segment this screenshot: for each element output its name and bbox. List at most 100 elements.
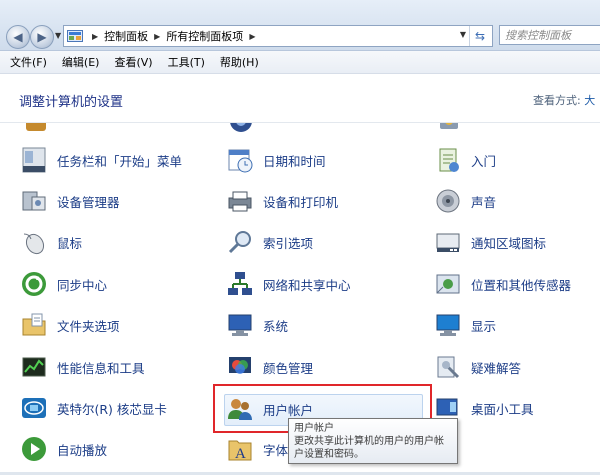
item-label: 桌面小工具 — [471, 401, 534, 417]
recent-pages-dropdown[interactable]: ▼ — [55, 31, 61, 40]
item-label: 疑难解答 — [471, 360, 522, 376]
item-label: 通知区域图标 — [471, 235, 547, 251]
menu-edit[interactable]: 编辑(E) — [57, 54, 105, 70]
item-datetime[interactable]: 日期和时间 — [226, 146, 326, 174]
item-devices-printers[interactable]: 设备和打印机 — [226, 187, 338, 215]
search-input[interactable]: 搜索控制面板 — [499, 25, 600, 45]
item-label: 颜色管理 — [263, 360, 314, 376]
mouse-icon — [20, 228, 48, 256]
view-by-control[interactable]: 查看方式: 大 — [533, 92, 595, 108]
getting-started-icon — [434, 146, 462, 174]
tooltip: 用户帐户 更改共享此计算机的用户的用户帐户设置和密码。 — [288, 418, 458, 464]
menu-tools[interactable]: 工具(T) — [163, 54, 210, 70]
back-arrow-icon: ◀ — [13, 30, 23, 44]
calendar-clock-icon — [226, 146, 254, 174]
cropped-item-icon — [227, 123, 255, 135]
troubleshooting-icon — [434, 353, 462, 381]
menu-view[interactable]: 查看(V) — [109, 54, 157, 70]
notification-area-icon — [434, 228, 462, 256]
item-label: 英特尔(R) 核芯显卡 — [57, 401, 167, 417]
breadcrumb-separator-icon[interactable]: ▶ — [92, 32, 98, 41]
tooltip-title: 用户帐户 — [294, 423, 334, 434]
device-manager-icon — [20, 187, 48, 215]
item-label: 声音 — [471, 194, 497, 210]
color-management-icon — [226, 353, 254, 381]
item-autoplay[interactable]: 自动播放 — [20, 435, 107, 463]
item-label: 位置和其他传感器 — [471, 277, 572, 293]
sync-icon — [20, 270, 48, 298]
item-label: 索引选项 — [263, 235, 314, 251]
item-sync-center[interactable]: 同步中心 — [20, 270, 107, 298]
back-button[interactable]: ◀ — [6, 25, 30, 49]
breadcrumb-separator-icon[interactable]: ▶ — [154, 32, 160, 41]
item-location-sensors[interactable]: 位置和其他传感器 — [434, 270, 571, 298]
menu-file[interactable]: 文件(F) — [5, 54, 52, 70]
system-icon — [226, 311, 254, 339]
item-display[interactable]: 显示 — [434, 311, 496, 339]
item-troubleshooting[interactable]: 疑难解答 — [434, 353, 521, 381]
address-dropdown-icon[interactable]: ▼ — [460, 30, 466, 39]
indexing-icon — [226, 228, 254, 256]
item-label: 文件夹选项 — [57, 318, 120, 334]
control-panel-icon — [67, 30, 83, 42]
display-icon — [434, 311, 462, 339]
breadcrumb-all-items[interactable]: 所有控制面板项 — [166, 28, 243, 44]
item-notification-icons[interactable]: 通知区域图标 — [434, 228, 546, 256]
breadcrumb-separator-icon[interactable]: ▶ — [249, 32, 255, 41]
item-getting-started[interactable]: 入门 — [434, 146, 496, 174]
item-label: 同步中心 — [57, 277, 108, 293]
item-device-manager[interactable]: 设备管理器 — [20, 187, 120, 215]
item-label: 性能信息和工具 — [57, 360, 145, 376]
folder-icon — [20, 311, 48, 339]
view-by-label: 查看方式: — [533, 94, 581, 107]
search-placeholder: 搜索控制面板 — [505, 29, 571, 42]
tooltip-text: 更改共享此计算机的用户的用户帐户设置和密码。 — [294, 436, 444, 460]
address-box[interactable]: ▶ 控制面板 ▶ 所有控制面板项 ▶ ▼ ⇆ — [63, 25, 493, 47]
forward-arrow-icon: ▶ — [37, 30, 47, 44]
item-label: 鼠标 — [57, 235, 83, 251]
fonts-icon: A — [226, 435, 254, 463]
item-label: 入门 — [471, 153, 497, 169]
svg-text:A: A — [235, 446, 246, 462]
menu-bar: 文件(F) 编辑(E) 查看(V) 工具(T) 帮助(H) — [0, 51, 600, 74]
cropped-item[interactable] — [227, 123, 264, 135]
item-network-center[interactable]: 网络和共享中心 — [226, 270, 351, 298]
item-label: 系统 — [263, 318, 289, 334]
item-label: 网络和共享中心 — [263, 277, 351, 293]
page-title: 调整计算机的设置 — [19, 95, 124, 110]
printer-icon — [226, 187, 254, 215]
breadcrumb-control-panel[interactable]: 控制面板 — [104, 28, 148, 44]
item-label: 设备和打印机 — [263, 194, 339, 210]
item-label: 自动播放 — [57, 442, 108, 458]
refresh-button[interactable]: ⇆ — [469, 26, 490, 46]
menu-help[interactable]: 帮助(H) — [215, 54, 264, 70]
item-label: 字体 — [263, 442, 289, 458]
refresh-icon: ⇆ — [474, 29, 486, 43]
item-label: 任务栏和「开始」菜单 — [57, 153, 183, 169]
item-label: 日期和时间 — [263, 153, 326, 169]
item-performance[interactable]: 性能信息和工具 — [20, 353, 145, 381]
view-by-value[interactable]: 大 — [584, 94, 595, 107]
item-taskbar[interactable]: 任务栏和「开始」菜单 — [20, 146, 182, 174]
performance-icon — [20, 353, 48, 381]
cropped-item-icon — [435, 123, 463, 135]
item-system[interactable]: 系统 — [226, 311, 288, 339]
address-bar-area: ◀ ▶ ▼ ▶ 控制面板 ▶ 所有控制面板项 ▶ ▼ ⇆ 搜索控制面板 — [0, 0, 600, 51]
intel-graphics-icon — [20, 394, 48, 422]
item-label: 设备管理器 — [57, 194, 120, 210]
autoplay-icon — [20, 435, 48, 463]
cropped-item[interactable] — [435, 123, 472, 135]
cropped-item[interactable] — [22, 123, 59, 135]
network-icon — [226, 270, 254, 298]
item-fonts[interactable]: A 字体 — [226, 435, 288, 463]
item-intel-graphics[interactable]: 英特尔(R) 核芯显卡 — [20, 394, 167, 422]
item-sound[interactable]: 声音 — [434, 187, 496, 215]
item-indexing[interactable]: 索引选项 — [226, 228, 313, 256]
content-header: 调整计算机的设置 查看方式: 大 — [0, 74, 600, 123]
taskbar-icon — [20, 146, 48, 174]
item-folder-options[interactable]: 文件夹选项 — [20, 311, 120, 339]
forward-button[interactable]: ▶ — [30, 25, 54, 49]
item-mouse[interactable]: 鼠标 — [20, 228, 82, 256]
item-color-management[interactable]: 颜色管理 — [226, 353, 313, 381]
cropped-item-icon — [22, 123, 50, 135]
